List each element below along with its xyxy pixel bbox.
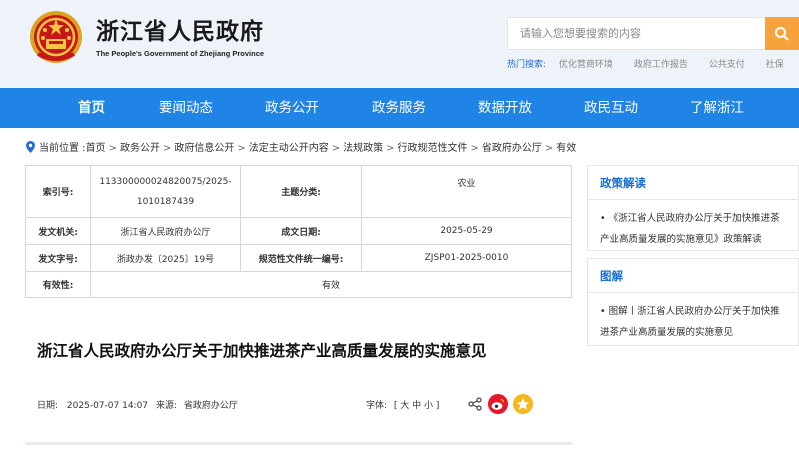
breadcrumb-separator: > — [386, 143, 395, 154]
breadcrumb-item[interactable]: 法定主动公开内容 — [249, 143, 329, 154]
subject-value: 农业 — [361, 165, 572, 218]
article-source: 来源: 省政府办公厅 — [156, 398, 238, 411]
policy-interpretation-heading: 政策解读 — [588, 166, 798, 200]
site-title[interactable]: 浙江省人民政府 — [96, 12, 264, 46]
breadcrumb-item[interactable]: 首页 — [86, 143, 106, 154]
code-value: ZJSP01-2025-0010 — [361, 244, 572, 272]
issuer-label: 发文机关: — [25, 217, 91, 245]
nav-item-about[interactable]: 了解浙江 — [690, 88, 744, 128]
hot-search-item[interactable]: 社保 — [766, 60, 784, 70]
breadcrumb-separator: > — [108, 143, 117, 154]
issuer-value: 浙江省人民政府办公厅 — [90, 217, 241, 245]
publish-date-label: 日期: — [37, 401, 59, 411]
font-size-control: 字体: [ 大 中 小 ] — [366, 398, 439, 411]
search-box — [507, 17, 765, 50]
hot-search-item[interactable]: 公共支付 — [709, 60, 745, 70]
breadcrumb-prefix: 当前位置 : — [39, 143, 86, 154]
weibo-icon[interactable] — [488, 394, 508, 414]
nav-item-open-data[interactable]: 数据开放 — [478, 88, 532, 128]
breadcrumb-item[interactable]: 政府信息公开 — [174, 143, 234, 154]
code-label: 规范性文件统一编号: — [240, 244, 362, 272]
policy-interpretation-link[interactable]: • 《浙江省人民政府办公厅关于加快推进茶产业高质量发展的实施意见》政策解读 — [588, 200, 798, 250]
article-title: 浙江省人民政府办公厅关于加快推进茶产业高质量发展的实施意见 — [37, 342, 487, 360]
index-label: 索引号: — [25, 165, 91, 218]
docno-label: 发文字号: — [25, 244, 91, 272]
publish-date: 日期: 2025-07-07 14:07 — [37, 398, 148, 411]
location-pin-icon — [26, 141, 35, 153]
graphic-interpretation-link[interactable]: • 图解丨浙江省人民政府办公厅关于加快推进茶产业高质量发展的实施意见 — [588, 293, 798, 343]
hot-search-label: 热门搜索: — [507, 60, 547, 70]
font-size-options[interactable]: [ 大 中 小 ] — [394, 401, 439, 411]
qzone-icon[interactable] — [513, 394, 533, 414]
policy-interpretation-panel: 政策解读 • 《浙江省人民政府办公厅关于加快推进茶产业高质量发展的实施意见》政策… — [587, 165, 799, 251]
breadcrumb-separator: > — [544, 143, 554, 154]
site-subtitle: The People's Government of Zhejiang Prov… — [96, 49, 265, 58]
breadcrumb-separator: > — [470, 143, 479, 154]
subject-label: 主题分类: — [240, 165, 362, 218]
validity-value: 有效 — [90, 271, 572, 298]
date-label: 成文日期: — [240, 217, 362, 245]
breadcrumb-item[interactable]: 法规政策 — [343, 143, 383, 154]
hot-search-item[interactable]: 优化营商环境 — [559, 60, 613, 70]
nav-item-home[interactable]: 首页 — [78, 88, 105, 128]
breadcrumb-item[interactable]: 有效 — [556, 143, 576, 154]
hot-search-row: 热门搜索: 优化营商环境 政府工作报告 公共支付 社保 — [507, 57, 799, 70]
nav-item-gov-affairs[interactable]: 政务公开 — [265, 88, 319, 128]
site-header: 浙江省人民政府 The People's Government of Zheji… — [0, 0, 799, 88]
nav-item-services[interactable]: 政务服务 — [372, 88, 426, 128]
source-value: 省政府办公厅 — [183, 401, 238, 411]
breadcrumb-item[interactable]: 行政规范性文件 — [398, 143, 468, 154]
breadcrumb-item[interactable]: 政务公开 — [120, 143, 160, 154]
document-meta-table: 索引号: 113300000024820075/2025-1010187439 … — [25, 165, 572, 298]
breadcrumb-separator: > — [237, 143, 246, 154]
search-input[interactable] — [508, 18, 765, 49]
share-icon[interactable] — [468, 397, 482, 411]
validity-label: 有效性: — [25, 271, 91, 298]
hot-search-item[interactable]: 政府工作报告 — [634, 60, 688, 70]
graphic-interpretation-heading: 图解 — [588, 259, 798, 293]
nav-item-interaction[interactable]: 政民互动 — [584, 88, 638, 128]
breadcrumb: 当前位置 :首页 > 政务公开 > 政府信息公开 > 法定主动公开内容 > 法规政策 > 行政规范性… — [26, 139, 576, 154]
breadcrumb-separator: > — [162, 143, 172, 154]
search-button[interactable] — [765, 17, 799, 50]
main-nav: 首页 要闻动态 政务公开 政务服务 数据开放 政民互动 了解浙江 — [0, 88, 799, 128]
index-value: 113300000024820075/2025-1010187439 — [90, 165, 241, 218]
publish-date-value: 2025-07-07 14:07 — [66, 401, 149, 411]
docno-value: 浙政办发〔2025〕19号 — [90, 244, 241, 272]
breadcrumb-separator: > — [331, 143, 341, 154]
breadcrumb-item[interactable]: 省政府办公厅 — [482, 143, 542, 154]
national-emblem-icon[interactable] — [28, 10, 84, 66]
search-icon — [775, 26, 789, 41]
graphic-interpretation-panel: 图解 • 图解丨浙江省人民政府办公厅关于加快推进茶产业高质量发展的实施意见 — [587, 258, 799, 346]
source-label: 来源: — [156, 401, 178, 411]
font-size-label: 字体: — [366, 401, 388, 411]
date-value: 2025-05-29 — [361, 217, 572, 245]
article-divider — [25, 442, 572, 445]
nav-item-news[interactable]: 要闻动态 — [159, 88, 213, 128]
